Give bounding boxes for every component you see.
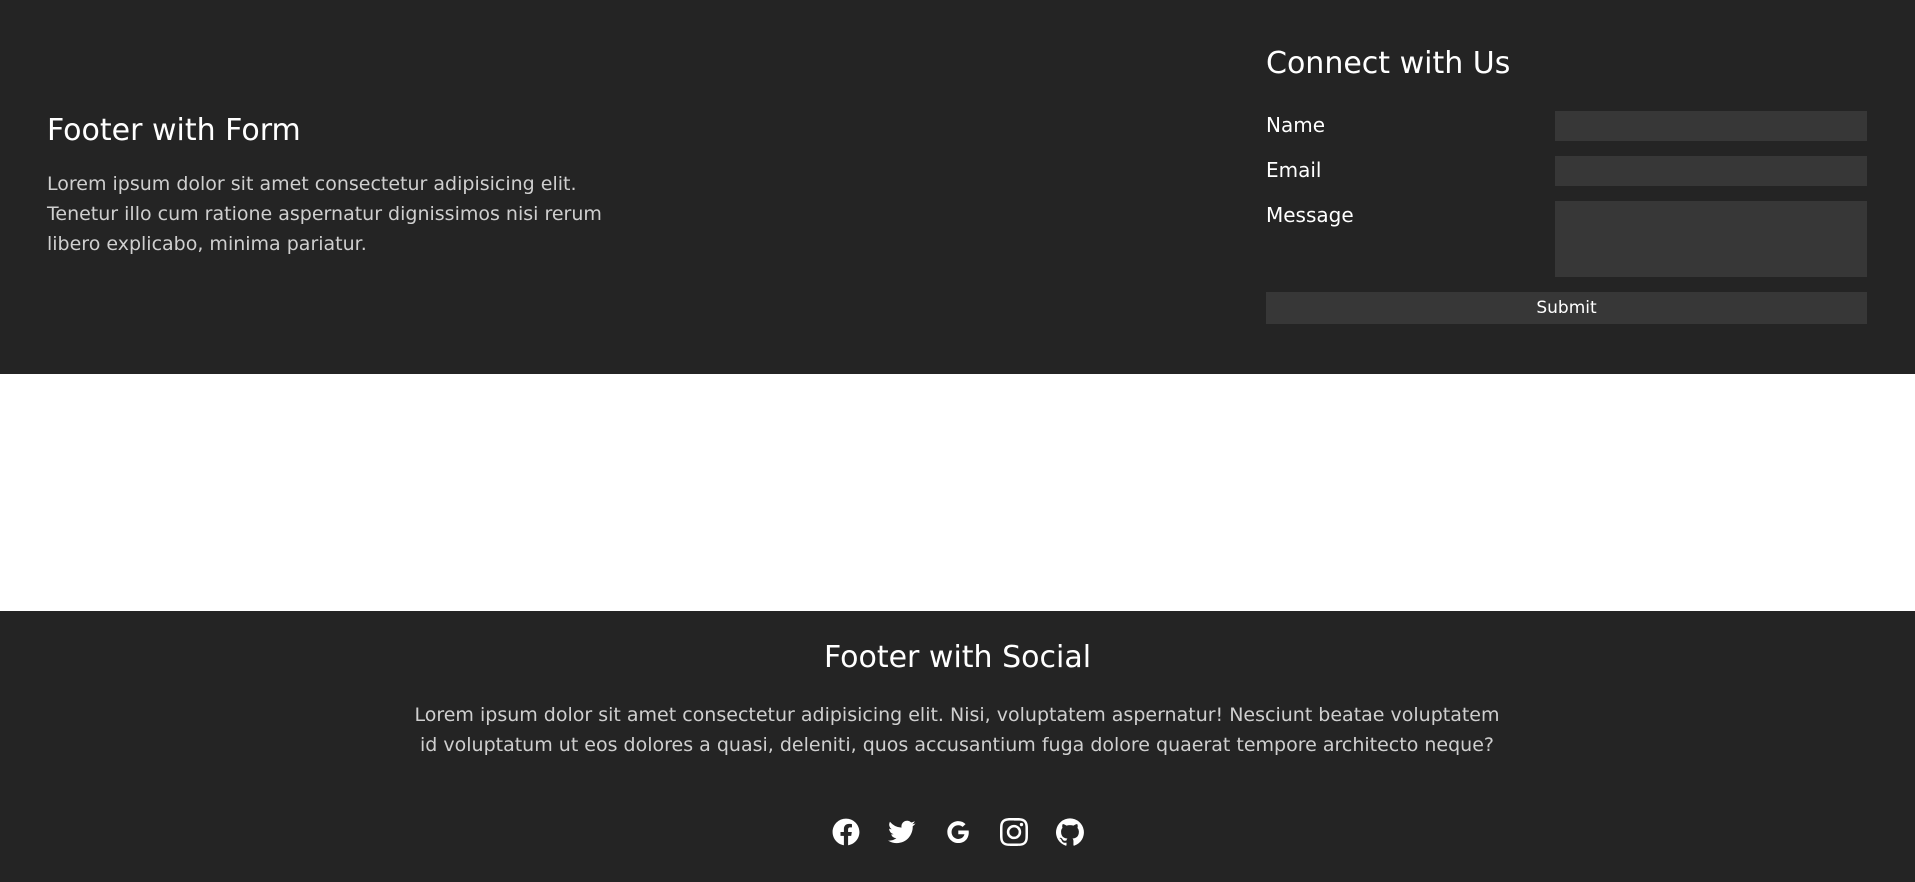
message-row: Message bbox=[1266, 201, 1867, 277]
email-field[interactable] bbox=[1555, 156, 1867, 186]
github-icon[interactable] bbox=[1055, 818, 1084, 846]
name-label: Name bbox=[1266, 113, 1326, 137]
footer-social-text: Lorem ipsum dolor sit amet consectetur a… bbox=[414, 704, 1500, 756]
social-links bbox=[0, 818, 1915, 846]
twitter-icon[interactable] bbox=[887, 818, 916, 846]
submit-button[interactable]: Submit bbox=[1266, 292, 1867, 324]
facebook-icon[interactable] bbox=[832, 818, 860, 846]
name-row: Name bbox=[1266, 111, 1867, 141]
email-row: Email bbox=[1266, 156, 1867, 186]
instagram-icon[interactable] bbox=[999, 818, 1028, 846]
message-label: Message bbox=[1266, 203, 1354, 227]
connect-title: Connect with Us bbox=[1266, 46, 1511, 81]
footer-with-form: Footer with Form Lorem ipsum dolor sit a… bbox=[0, 0, 1915, 374]
footer-form-intro: Footer with Form Lorem ipsum dolor sit a… bbox=[47, 112, 647, 259]
message-field[interactable] bbox=[1555, 201, 1867, 277]
footer-form-text: Lorem ipsum dolor sit amet consectetur a… bbox=[47, 173, 602, 255]
footer-social-title: Footer with Social bbox=[823, 640, 1092, 675]
name-field[interactable] bbox=[1555, 111, 1867, 141]
footer-with-social: Footer with Social Lorem ipsum dolor sit… bbox=[0, 611, 1915, 882]
google-icon[interactable] bbox=[944, 818, 972, 846]
footer-form-title: Footer with Form bbox=[47, 113, 301, 148]
email-label: Email bbox=[1266, 158, 1322, 182]
contact-form: Connect with Us Name Email Message Submi… bbox=[1266, 44, 1867, 324]
